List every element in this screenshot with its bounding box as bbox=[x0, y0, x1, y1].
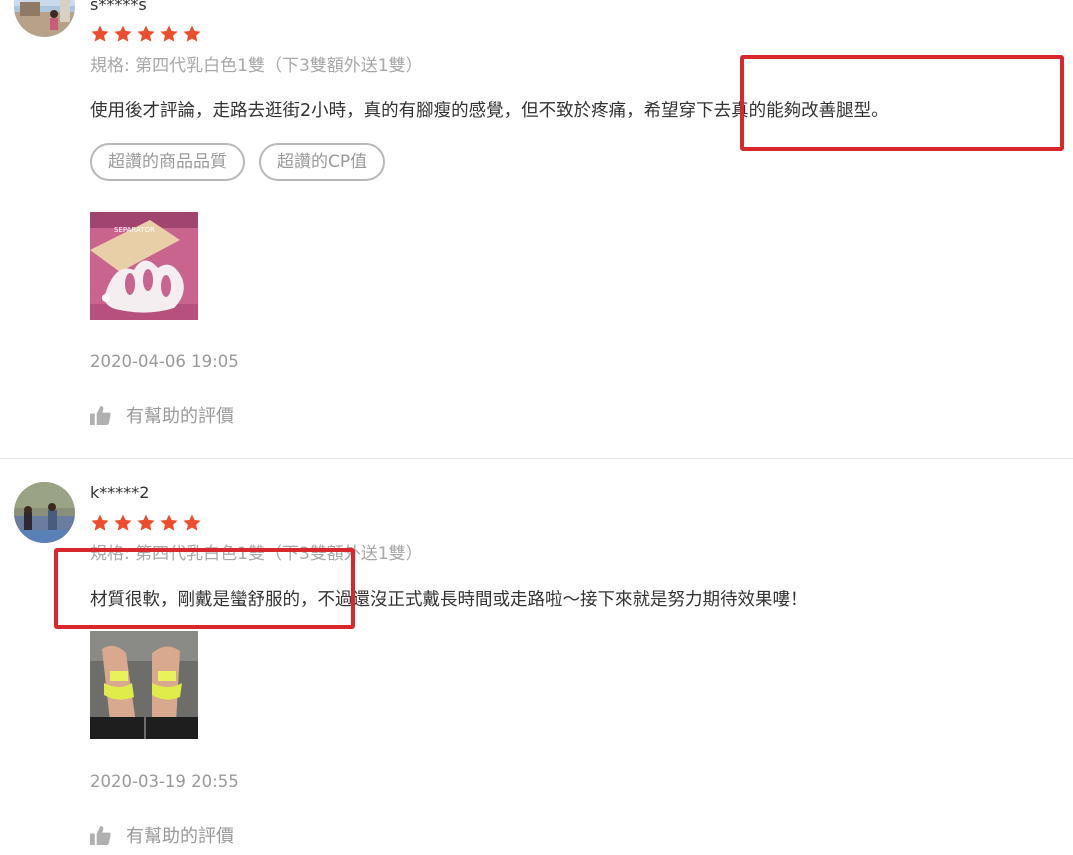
star-icon bbox=[183, 25, 201, 42]
reviews-page: s*****s 規格: 第四代乳白色1雙（下3雙額外送1雙） 使用後才評論，走路… bbox=[0, 0, 1073, 855]
review-tag: 超讚的商品品質 bbox=[90, 143, 245, 181]
review-item: k*****2 規格: 第四代乳白色1雙（下3雙額外送1雙） 材質很軟，剛戴是蠻… bbox=[0, 459, 1073, 855]
review-tag: 超讚的CP值 bbox=[259, 143, 386, 181]
review-text-highlighted: 材質很軟，剛戴是蠻舒服的， bbox=[90, 590, 318, 610]
review-text-part: 使用後才評論，走路去逛街2小時，真的有腳瘦的感覺，但不致於疼痛， bbox=[90, 101, 644, 121]
star-icon bbox=[137, 514, 155, 531]
username: k*****2 bbox=[90, 483, 150, 502]
helpful-label: 有幫助的評價 bbox=[126, 406, 234, 427]
review-date: 2020-03-19 20:55 bbox=[90, 772, 239, 791]
photo-caption: SEPARATOR bbox=[114, 226, 155, 234]
username: s*****s bbox=[90, 0, 147, 14]
review-photo[interactable]: SEPARATOR bbox=[90, 212, 198, 320]
star-icon bbox=[183, 514, 201, 531]
star-icon bbox=[91, 514, 109, 531]
star-icon bbox=[137, 25, 155, 42]
rating-stars bbox=[90, 24, 202, 44]
star-icon bbox=[91, 25, 109, 42]
helpful-button[interactable]: 有幫助的評價 bbox=[89, 824, 234, 847]
star-icon bbox=[160, 514, 178, 531]
variation-spec: 規格: 第四代乳白色1雙（下3雙額外送1雙） bbox=[90, 56, 423, 76]
rating-stars bbox=[90, 513, 202, 533]
star-icon bbox=[160, 25, 178, 42]
review-photo[interactable] bbox=[90, 631, 198, 739]
review-text-part: 不過還沒正式戴長時間或走路啦～接下來就是努力期待效果嘍！ bbox=[317, 590, 808, 610]
helpful-button[interactable]: 有幫助的評價 bbox=[89, 404, 234, 427]
review-text: 材質很軟，剛戴是蠻舒服的，不過還沒正式戴長時間或走路啦～接下來就是努力期待效果嘍… bbox=[90, 586, 808, 611]
avatar[interactable] bbox=[14, 482, 75, 543]
review-text: 使用後才評論，走路去逛街2小時，真的有腳瘦的感覺，但不致於疼痛，希望穿下去真的能… bbox=[90, 97, 889, 122]
star-icon bbox=[114, 25, 132, 42]
thumbs-up-icon bbox=[90, 825, 111, 845]
helpful-label: 有幫助的評價 bbox=[126, 826, 234, 847]
review-tags: 超讚的商品品質 超讚的CP值 bbox=[90, 143, 386, 181]
review-item: s*****s 規格: 第四代乳白色1雙（下3雙額外送1雙） 使用後才評論，走路… bbox=[0, 0, 1073, 458]
avatar[interactable] bbox=[14, 0, 75, 37]
star-icon bbox=[114, 514, 132, 531]
review-text-highlighted: 希望穿下去真的能夠改善腿型。 bbox=[643, 101, 889, 121]
review-date: 2020-04-06 19:05 bbox=[90, 352, 239, 371]
variation-spec: 規格: 第四代乳白色1雙（下3雙額外送1雙） bbox=[90, 544, 423, 564]
thumbs-up-icon bbox=[90, 405, 111, 425]
